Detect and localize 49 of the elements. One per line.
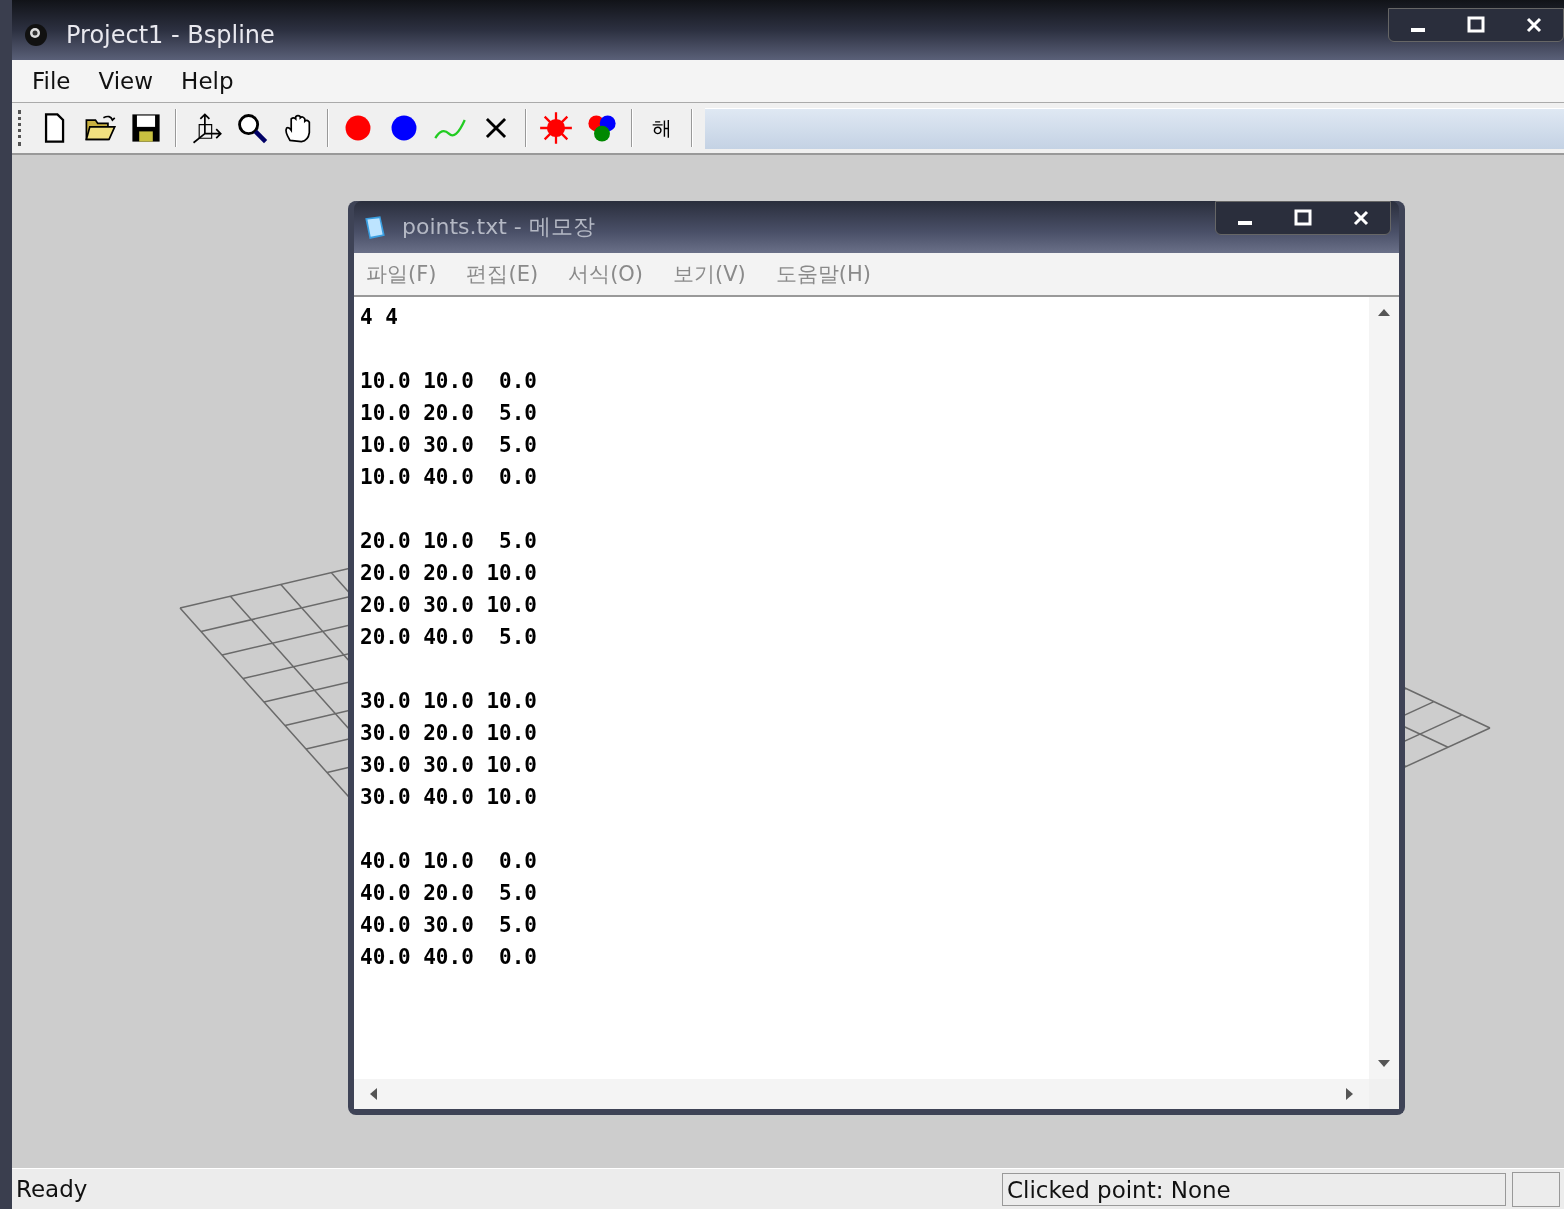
text-line: 40.0 10.0 0.0 <box>360 848 538 875</box>
maximize-icon <box>1466 15 1486 35</box>
burst-icon[interactable] <box>539 111 573 145</box>
size-grip[interactable] <box>1512 1171 1560 1207</box>
scroll-right-icon[interactable] <box>1345 1087 1355 1101</box>
text-line: 40.0 30.0 5.0 <box>360 912 538 939</box>
text-line: 20.0 40.0 5.0 <box>360 624 538 651</box>
menu-item[interactable]: Help <box>181 68 234 94</box>
text-line: 40.0 20.0 5.0 <box>360 880 538 907</box>
close-icon <box>1524 15 1544 35</box>
toolbar-button[interactable]: 해 <box>645 111 679 145</box>
notepad-icon <box>362 214 388 240</box>
text-line: 10.0 20.0 5.0 <box>360 400 538 427</box>
status-message: Ready <box>16 1174 89 1204</box>
text-line: 10.0 40.0 0.0 <box>360 464 538 491</box>
window-title: points.txt - 메모장 <box>402 213 595 241</box>
minimize-icon <box>1411 28 1425 32</box>
text-line: 10.0 30.0 5.0 <box>360 432 538 459</box>
search-icon[interactable] <box>235 111 269 145</box>
size-grip[interactable] <box>1369 1079 1399 1109</box>
menu-item[interactable]: 도움말(H) <box>775 260 871 288</box>
text-line: 30.0 20.0 10.0 <box>360 720 538 747</box>
scroll-down-icon[interactable] <box>1377 1059 1391 1069</box>
save-icon[interactable] <box>129 111 163 145</box>
minimize-icon <box>1238 221 1252 225</box>
menu-item[interactable]: 서식(O) <box>568 260 644 288</box>
text-line: 10.0 10.0 0.0 <box>360 368 538 395</box>
menu-item[interactable]: File <box>32 68 71 94</box>
menu-item[interactable]: 파일(F) <box>366 260 437 288</box>
scroll-left-icon[interactable] <box>368 1087 378 1101</box>
close-icon <box>1351 208 1371 228</box>
menu-item[interactable]: 편집(E) <box>466 260 539 288</box>
text-line: 20.0 20.0 10.0 <box>360 560 538 587</box>
app-icon <box>24 23 48 47</box>
maximize-icon <box>1293 208 1313 228</box>
window-title: Project1 - Bspline <box>66 21 275 49</box>
scroll-up-icon[interactable] <box>1377 307 1391 317</box>
horizontal-scrollbar[interactable] <box>354 1079 1369 1109</box>
text-line: 20.0 30.0 10.0 <box>360 592 538 619</box>
text-line: 40.0 40.0 0.0 <box>360 944 538 971</box>
text-line: 30.0 10.0 10.0 <box>360 688 538 715</box>
text-line: 4 4 <box>360 304 399 331</box>
menu-item[interactable]: View <box>98 68 154 94</box>
text-line: 30.0 30.0 10.0 <box>360 752 538 779</box>
text-line: 30.0 40.0 10.0 <box>360 784 538 811</box>
vertical-scrollbar[interactable] <box>1369 297 1399 1079</box>
menu-item[interactable]: 보기(V) <box>673 260 746 288</box>
text-line: 20.0 10.0 5.0 <box>360 528 538 555</box>
status-pane: Clicked point: None <box>1002 1172 1506 1206</box>
